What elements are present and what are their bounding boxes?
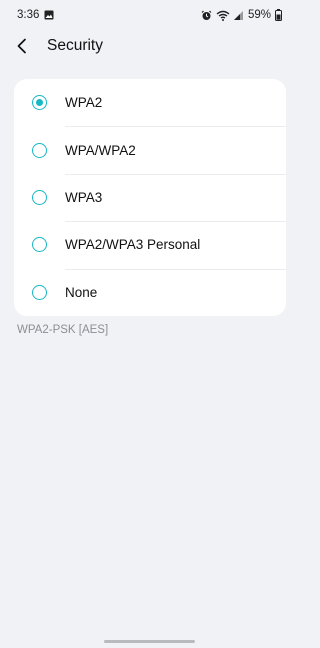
page-title: Security <box>47 37 103 54</box>
radio-button-selected[interactable] <box>32 95 47 111</box>
alarm-icon <box>201 10 212 21</box>
status-right: 59% <box>201 9 282 21</box>
status-time: 3:36 <box>17 9 40 21</box>
app-bar: Security <box>0 30 299 62</box>
gallery-icon <box>44 10 54 20</box>
option-wpa2[interactable]: WPA2 <box>14 79 286 126</box>
option-wpa-wpa2[interactable]: WPA/WPA2 <box>14 126 286 173</box>
option-label: WPA3 <box>65 189 103 205</box>
battery-percent: 59% <box>247 9 271 21</box>
signal-icon <box>233 10 244 21</box>
security-options-list: WPA2 WPA/WPA2 WPA3 WPA2/WPA3 Personal No… <box>14 79 286 316</box>
security-screen: 3:36 59% Security WPA2 WPA/WPA2 WPA3 WPA… <box>0 0 299 648</box>
radio-button[interactable] <box>32 237 47 253</box>
option-label: WPA2/WPA3 Personal <box>65 237 201 253</box>
option-wpa2-wpa3-personal[interactable]: WPA2/WPA3 Personal <box>14 221 286 268</box>
security-type-note: WPA2-PSK [AES] <box>17 324 109 336</box>
chevron-left-icon <box>16 38 28 54</box>
option-label: WPA2 <box>65 95 103 111</box>
radio-button[interactable] <box>32 189 47 205</box>
battery-icon <box>275 9 282 21</box>
radio-button[interactable] <box>32 142 47 158</box>
wifi-icon <box>216 10 230 21</box>
option-none[interactable]: None <box>14 268 286 316</box>
home-indicator[interactable] <box>104 640 195 643</box>
option-label: None <box>65 284 98 300</box>
option-label: WPA/WPA2 <box>65 142 136 158</box>
status-bar: 3:36 59% <box>0 0 299 30</box>
option-wpa3[interactable]: WPA3 <box>14 173 286 221</box>
back-button[interactable] <box>2 30 42 62</box>
radio-button[interactable] <box>32 284 47 300</box>
status-left: 3:36 <box>17 9 54 21</box>
